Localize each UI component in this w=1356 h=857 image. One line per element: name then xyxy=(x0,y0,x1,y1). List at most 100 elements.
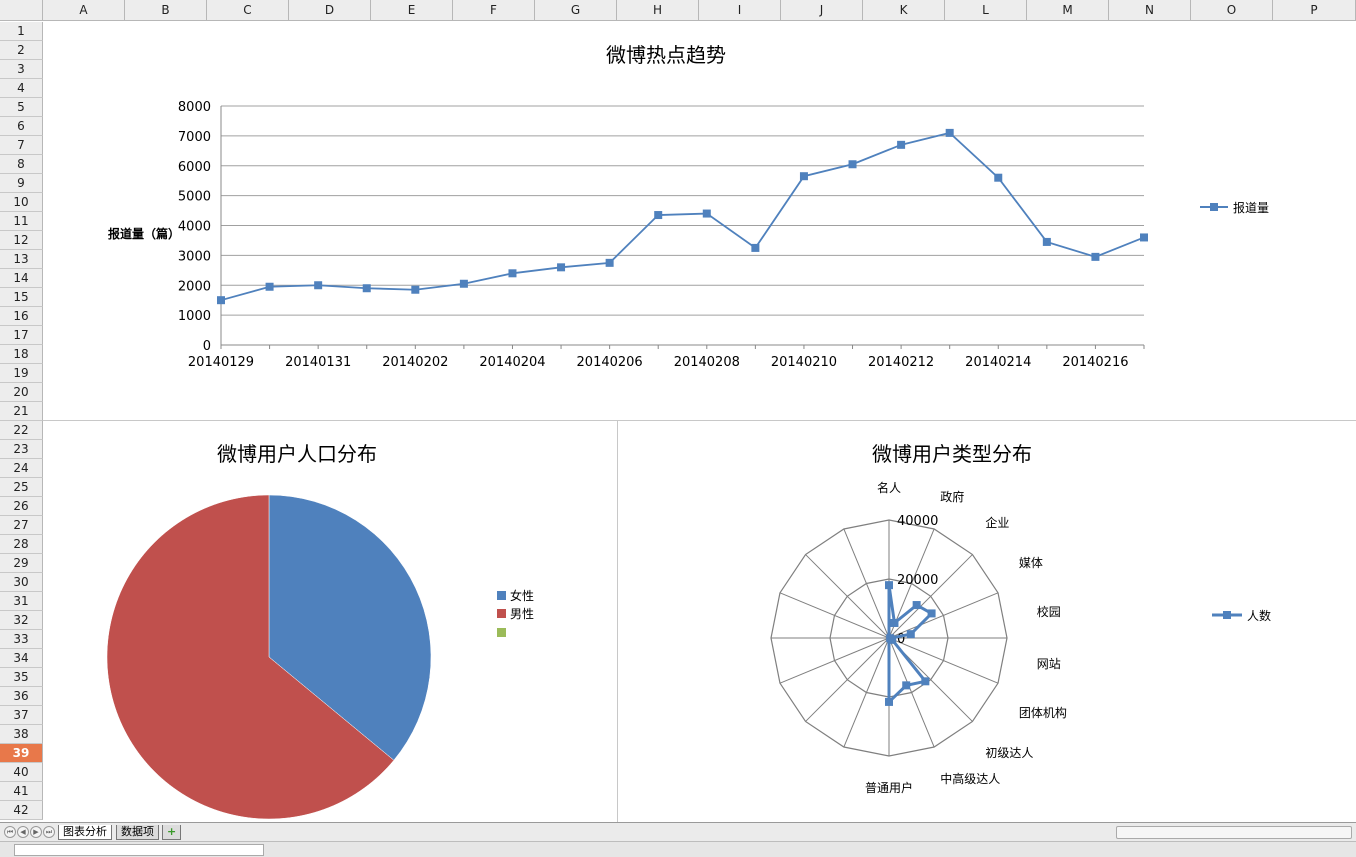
row-header-20[interactable]: 20 xyxy=(0,383,43,402)
column-header-J[interactable]: J xyxy=(781,0,863,21)
row-header-39[interactable]: 39 xyxy=(0,744,43,763)
data-point xyxy=(1140,233,1148,242)
row-header-4[interactable]: 4 xyxy=(0,79,43,98)
x-tick-label: 20140210 xyxy=(771,355,837,370)
row-header-29[interactable]: 29 xyxy=(0,554,43,573)
status-input-box[interactable] xyxy=(14,844,264,856)
row-header-30[interactable]: 30 xyxy=(0,573,43,592)
row-header-14[interactable]: 14 xyxy=(0,269,43,288)
column-header-F[interactable]: F xyxy=(453,0,535,21)
column-header-E[interactable]: E xyxy=(371,0,453,21)
radar-chart-object[interactable]: 微博用户类型分布 名人 政府 企业 媒体 校园 网站 团体机构 初级达人 中高级达人 普通用户 0… xyxy=(618,421,1356,822)
column-header-H[interactable]: H xyxy=(617,0,699,21)
next-sheet-icon[interactable]: ▶ xyxy=(30,826,42,838)
row-header-18[interactable]: 18 xyxy=(0,345,43,364)
column-header-I[interactable]: I xyxy=(699,0,781,21)
row-header-2[interactable]: 2 xyxy=(0,41,43,60)
row-header-12[interactable]: 12 xyxy=(0,231,43,250)
column-header-A[interactable]: A xyxy=(43,0,125,21)
row-header-19[interactable]: 19 xyxy=(0,364,43,383)
x-tick-label: 20140208 xyxy=(674,355,740,370)
row-header-6[interactable]: 6 xyxy=(0,117,43,136)
row-header-5[interactable]: 5 xyxy=(0,98,43,117)
select-all-corner[interactable] xyxy=(0,0,43,21)
row-header-40[interactable]: 40 xyxy=(0,763,43,782)
data-point xyxy=(411,285,420,294)
row-header-26[interactable]: 26 xyxy=(0,497,43,516)
column-header-O[interactable]: O xyxy=(1191,0,1273,21)
radar-data-point xyxy=(912,601,921,610)
row-header-35[interactable]: 35 xyxy=(0,668,43,687)
line-chart-object[interactable]: 微博热点趋势 报道量（篇） 0 1000 2000 3000 4000 5000 6000 7… xyxy=(43,22,1356,421)
radar-category-label: 校园 xyxy=(1037,604,1061,619)
row-header-3[interactable]: 3 xyxy=(0,60,43,79)
x-tick-label: 20140204 xyxy=(479,355,545,370)
row-header-38[interactable]: 38 xyxy=(0,725,43,744)
column-header-L[interactable]: L xyxy=(945,0,1027,21)
data-point xyxy=(557,263,566,272)
column-header-N[interactable]: N xyxy=(1109,0,1191,21)
data-point xyxy=(314,281,323,290)
row-header-32[interactable]: 32 xyxy=(0,611,43,630)
radar-tick-label: 20000 xyxy=(897,573,938,588)
sheet-grid[interactable]: 微博热点趋势 报道量（篇） 0 1000 2000 3000 4000 5000 6000 7… xyxy=(43,22,1356,822)
tab-data-items[interactable]: 数据项 xyxy=(116,825,159,840)
radar-chart: 微博用户类型分布 名人政府企业媒体校园网站团体机构初级达人中高级达人普通用户 0… xyxy=(770,442,1271,795)
last-sheet-icon[interactable]: ⏭ xyxy=(43,826,55,838)
radar-tick-label: 40000 xyxy=(897,514,938,529)
row-header-8[interactable]: 8 xyxy=(0,155,43,174)
row-header-10[interactable]: 10 xyxy=(0,193,43,212)
row-header-7[interactable]: 7 xyxy=(0,136,43,155)
data-point xyxy=(362,284,371,293)
y-tick-label: 2000 xyxy=(178,279,211,294)
sheet-tab-bar: ⏮ ◀ ▶ ⏭ 图表分析 数据项 + xyxy=(0,822,1356,841)
data-point xyxy=(508,269,517,278)
radar-spoke xyxy=(805,554,890,639)
column-header-C[interactable]: C xyxy=(207,0,289,21)
column-header-M[interactable]: M xyxy=(1027,0,1109,21)
x-tick-label: 20140202 xyxy=(382,355,448,370)
row-header-15[interactable]: 15 xyxy=(0,288,43,307)
row-header-31[interactable]: 31 xyxy=(0,592,43,611)
row-header-41[interactable]: 41 xyxy=(0,782,43,801)
row-header-27[interactable]: 27 xyxy=(0,516,43,535)
y-tick-label: 7000 xyxy=(178,130,211,145)
prev-sheet-icon[interactable]: ◀ xyxy=(17,826,29,838)
column-header-bar: ABCDEFGHIJKLMNOP xyxy=(0,0,1356,22)
tab-chart-analysis[interactable]: 图表分析 xyxy=(58,825,112,840)
column-header-K[interactable]: K xyxy=(863,0,945,21)
row-header-17[interactable]: 17 xyxy=(0,326,43,345)
column-header-G[interactable]: G xyxy=(535,0,617,21)
row-header-1[interactable]: 1 xyxy=(0,22,43,41)
row-header-33[interactable]: 33 xyxy=(0,630,43,649)
add-sheet-button[interactable]: + xyxy=(162,825,182,840)
column-header-P[interactable]: P xyxy=(1273,0,1356,21)
row-header-28[interactable]: 28 xyxy=(0,535,43,554)
row-header-22[interactable]: 22 xyxy=(0,421,43,440)
pie-chart-object[interactable]: 微博用户人口分布 女性 男性 xyxy=(43,421,618,822)
row-header-24[interactable]: 24 xyxy=(0,459,43,478)
data-point xyxy=(217,296,225,305)
row-header-13[interactable]: 13 xyxy=(0,250,43,269)
row-header-36[interactable]: 36 xyxy=(0,687,43,706)
horizontal-scrollbar[interactable] xyxy=(1116,826,1352,839)
first-sheet-icon[interactable]: ⏮ xyxy=(4,826,16,838)
row-header-23[interactable]: 23 xyxy=(0,440,43,459)
row-header-25[interactable]: 25 xyxy=(0,478,43,497)
radar-data-point xyxy=(885,581,893,590)
radar-category-label: 普通用户 xyxy=(865,780,913,795)
row-header-37[interactable]: 37 xyxy=(0,706,43,725)
row-header-16[interactable]: 16 xyxy=(0,307,43,326)
x-tick-label: 20140129 xyxy=(188,355,254,370)
row-header-42[interactable]: 42 xyxy=(0,801,43,820)
data-point xyxy=(751,243,760,252)
row-header-9[interactable]: 9 xyxy=(0,174,43,193)
column-header-D[interactable]: D xyxy=(289,0,371,21)
column-header-B[interactable]: B xyxy=(125,0,207,21)
legend-marker-icon xyxy=(1210,203,1218,211)
row-header-11[interactable]: 11 xyxy=(0,212,43,231)
row-header-21[interactable]: 21 xyxy=(0,402,43,421)
row-header-34[interactable]: 34 xyxy=(0,649,43,668)
data-point xyxy=(265,282,274,291)
line-chart: 微博热点趋势 报道量（篇） 0 1000 2000 3000 4000 5000 6000 7… xyxy=(108,43,1269,370)
